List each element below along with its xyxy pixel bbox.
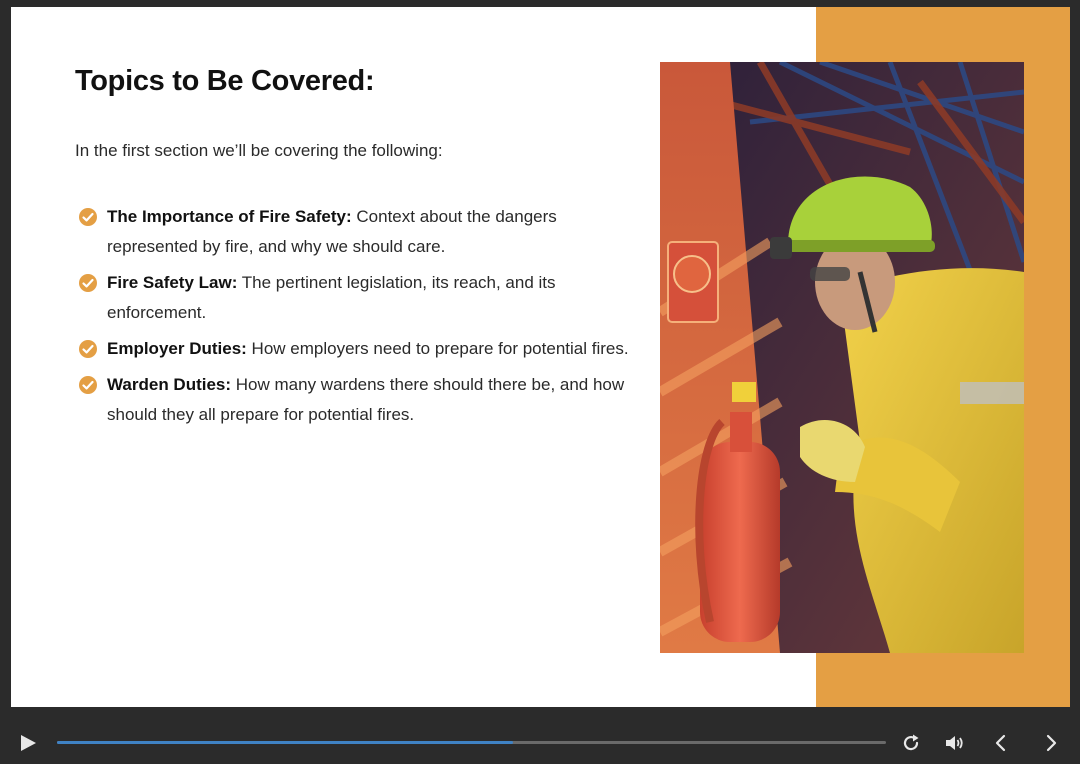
slide-intro: In the first section we’ll be covering t… (75, 141, 443, 160)
progress-fill (57, 741, 513, 744)
list-item: Employer Duties: How employers need to p… (75, 334, 635, 364)
slide-title: Topics to Be Covered: (75, 65, 375, 97)
check-circle-icon (79, 376, 97, 394)
fire-extinguisher-photo (660, 62, 1024, 653)
next-icon (1046, 734, 1057, 752)
previous-slide-button[interactable] (990, 732, 1012, 754)
topic-list: The Importance of Fire Safety: Context a… (75, 202, 635, 436)
topic-heading: Fire Safety Law: (107, 273, 238, 292)
topic-text: How employers need to prepare for potent… (246, 339, 629, 358)
next-slide-button[interactable] (1040, 732, 1062, 754)
check-circle-icon (79, 208, 97, 226)
replay-icon (903, 734, 919, 751)
play-button[interactable] (17, 732, 39, 754)
replay-button[interactable] (900, 732, 922, 754)
list-item: Warden Duties: How many wardens there sh… (75, 370, 635, 430)
list-item: Fire Safety Law: The pertinent legislati… (75, 268, 635, 328)
play-icon (21, 735, 36, 751)
check-circle-icon (79, 340, 97, 358)
topic-heading: Warden Duties: (107, 375, 232, 394)
slide: Topics to Be Covered: In the first secti… (11, 7, 1070, 707)
player-controls (0, 720, 1080, 764)
slide-player: Topics to Be Covered: In the first secti… (0, 0, 1080, 764)
topic-heading: Employer Duties: (107, 339, 247, 358)
volume-button[interactable] (944, 732, 966, 754)
list-item: The Importance of Fire Safety: Context a… (75, 202, 635, 262)
volume-icon (946, 736, 963, 750)
check-circle-icon (79, 274, 97, 292)
previous-icon (995, 734, 1006, 752)
progress-bar[interactable] (57, 741, 886, 744)
topic-heading: The Importance of Fire Safety: (107, 207, 352, 226)
